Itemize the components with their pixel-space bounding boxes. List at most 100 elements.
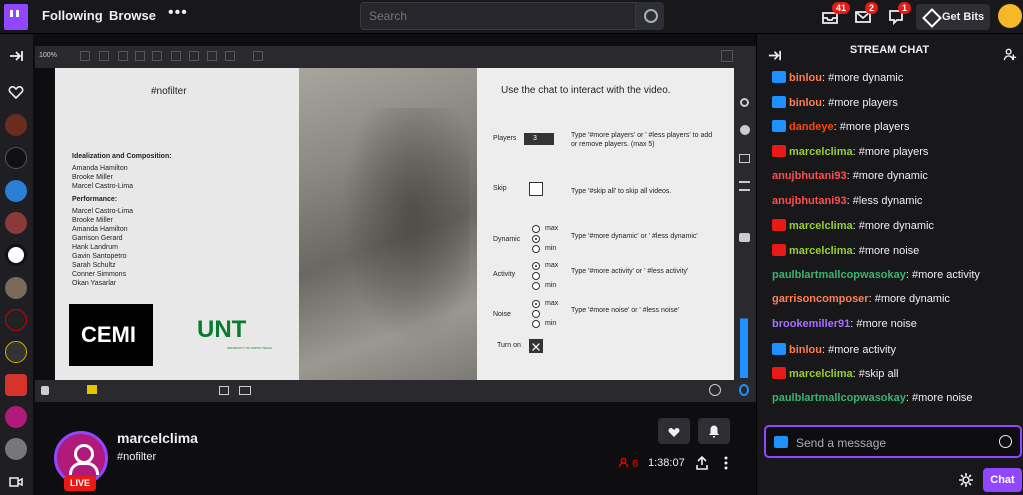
toolbar-icon bbox=[207, 51, 217, 61]
credit-name: Garrison Gerard bbox=[72, 235, 123, 242]
video-side-tools bbox=[734, 68, 756, 380]
max-label: max bbox=[545, 225, 559, 232]
book-icon bbox=[739, 154, 750, 163]
chat-username[interactable]: marcelclima bbox=[789, 146, 853, 158]
search-input[interactable] bbox=[360, 2, 636, 30]
chat-message: garrisoncomposer: #more dynamic bbox=[772, 293, 950, 305]
min-label: min bbox=[545, 245, 557, 252]
subscriber-badge-icon[interactable] bbox=[772, 95, 786, 108]
chat-message-text: #more players bbox=[839, 121, 910, 134]
turn-on-toggle bbox=[529, 339, 543, 353]
broadcaster-badge-icon[interactable] bbox=[772, 145, 786, 158]
search-icon[interactable] bbox=[636, 2, 664, 30]
stream-title: #nofilter bbox=[117, 451, 157, 463]
chat-username[interactable]: brookemiller91 bbox=[772, 318, 850, 330]
chat-message: binlou: #more dynamic bbox=[772, 71, 903, 84]
broadcaster-badge-icon[interactable] bbox=[772, 219, 786, 232]
followed-channel-avatar[interactable] bbox=[5, 341, 27, 363]
share-icon[interactable] bbox=[694, 455, 710, 476]
chat-username[interactable]: marcelclima bbox=[789, 368, 853, 380]
followed-channel-avatar[interactable] bbox=[5, 309, 27, 331]
chat-message-text: #more activity bbox=[912, 268, 980, 281]
twitch-logo-icon[interactable] bbox=[4, 4, 28, 30]
credit-name: Conner Simmons bbox=[72, 271, 127, 278]
followed-channel-avatar[interactable] bbox=[5, 212, 27, 234]
toolbar-icon bbox=[118, 51, 128, 61]
dynamic-label: Dynamic bbox=[493, 236, 521, 243]
subscriber-badge-icon[interactable] bbox=[772, 342, 786, 355]
video-camera-icon[interactable] bbox=[8, 474, 24, 490]
notifications-count-badge: 1 bbox=[898, 2, 912, 14]
chat-username[interactable]: anujbhutani93 bbox=[772, 195, 847, 207]
chat-message-text: #more players bbox=[858, 146, 929, 159]
followed-channel-avatar[interactable] bbox=[5, 147, 27, 169]
subscriber-badge-icon[interactable] bbox=[772, 120, 786, 133]
followed-channel-avatar[interactable] bbox=[5, 277, 27, 299]
unt-logo: UNT bbox=[197, 316, 247, 343]
community-icon[interactable] bbox=[1003, 47, 1018, 67]
chat-username[interactable]: dandeye bbox=[789, 121, 834, 133]
user-avatar[interactable] bbox=[998, 4, 1022, 28]
credit-name: Hank Landrum bbox=[72, 244, 118, 251]
credit-name: Gavin Santopetro bbox=[72, 253, 127, 260]
emote-picker-icon[interactable] bbox=[999, 435, 1012, 448]
followed-channel-avatar[interactable] bbox=[5, 180, 27, 202]
credit-name: Marcel Castro-Lima bbox=[72, 183, 134, 190]
notifications-icon[interactable]: 1 bbox=[886, 2, 912, 27]
chat-username[interactable]: binlou bbox=[789, 72, 822, 84]
chat-username[interactable]: paulblartmallcopwasokay bbox=[772, 269, 906, 281]
players-label: Players bbox=[493, 135, 517, 142]
toolbar-icon bbox=[80, 51, 90, 61]
chat-username[interactable]: marcelclima bbox=[789, 245, 853, 257]
whispers-icon[interactable]: 2 bbox=[853, 2, 879, 27]
get-bits-button[interactable]: Get Bits bbox=[916, 4, 990, 30]
followed-channel-avatar[interactable] bbox=[5, 406, 27, 428]
nav-browse[interactable]: Browse bbox=[109, 8, 156, 23]
noise-radio bbox=[532, 320, 540, 328]
nav-following[interactable]: Following bbox=[42, 8, 103, 23]
chat-username[interactable]: binlou bbox=[789, 97, 822, 109]
chat-message: brookemiller91: #more noise bbox=[772, 318, 917, 330]
followed-channel-avatar[interactable] bbox=[5, 244, 27, 266]
credit-name: Amanda Hamilton bbox=[72, 165, 128, 172]
credit-name: Okan Yasarlar bbox=[72, 280, 117, 287]
viewer-count-value: 6 bbox=[632, 458, 639, 470]
info-icon bbox=[740, 125, 750, 135]
unt-logo-subtitle: UNIVERSITY OF NORTH TEXAS bbox=[227, 346, 273, 350]
channel-name[interactable]: marcelclima bbox=[117, 430, 198, 446]
broadcaster-badge-icon[interactable] bbox=[772, 243, 786, 256]
chat-settings-gear-icon[interactable] bbox=[958, 472, 974, 493]
more-options-icon[interactable] bbox=[722, 455, 730, 476]
cemi-logo: CEMI bbox=[69, 304, 153, 366]
followed-channel-avatar[interactable] bbox=[5, 374, 27, 396]
chat-username[interactable]: binlou bbox=[789, 344, 822, 356]
chat-message-text: #more players bbox=[828, 96, 898, 109]
stream-uptime: 1:38:07 bbox=[648, 457, 685, 469]
instructions-panel: Use the chat to interact with the video.… bbox=[477, 68, 734, 380]
subscriber-badge-icon[interactable] bbox=[772, 71, 786, 83]
toolbar-icon bbox=[189, 51, 199, 61]
follow-button[interactable] bbox=[658, 418, 690, 444]
dynamic-radio bbox=[532, 235, 540, 243]
inbox-icon[interactable]: 41 bbox=[820, 2, 851, 27]
players-help: Type '#more players' or ' #less players'… bbox=[571, 132, 713, 148]
chat-message: marcelclima: #more noise bbox=[772, 243, 919, 257]
chat-input[interactable]: Send a message bbox=[764, 425, 1022, 458]
followed-channel-avatar[interactable] bbox=[5, 114, 27, 136]
send-chat-button[interactable]: Chat bbox=[983, 468, 1022, 492]
heart-icon[interactable] bbox=[8, 84, 24, 100]
more-menu-icon[interactable]: ••• bbox=[168, 4, 188, 22]
chat-username[interactable]: paulblartmallcopwasokay bbox=[772, 392, 906, 404]
chat-username[interactable]: garrisoncomposer bbox=[772, 293, 869, 305]
chat-username[interactable]: marcelclima bbox=[789, 220, 853, 232]
skip-help: Type '#skip all' to skip all videos. bbox=[571, 188, 672, 195]
notification-bell-button[interactable] bbox=[698, 418, 730, 444]
credit-name: Marcel Castro-Lima bbox=[72, 208, 134, 215]
chat-username[interactable]: anujbhutani93 bbox=[772, 170, 847, 182]
followed-channel-avatar[interactable] bbox=[5, 438, 27, 460]
broadcaster-badge-icon[interactable] bbox=[772, 367, 786, 380]
collapse-sidebar-icon[interactable] bbox=[8, 48, 24, 64]
chat-message: anujbhutani93: #more dynamic bbox=[772, 170, 928, 182]
activity-radio bbox=[532, 262, 540, 270]
skip-button bbox=[529, 182, 543, 196]
